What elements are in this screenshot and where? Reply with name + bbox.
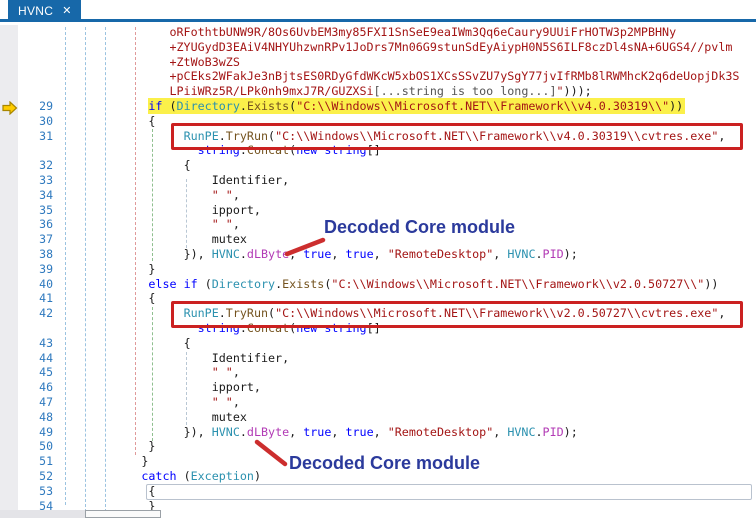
code-line-40[interactable]: 40 else if (Directory.Exists("C:\\Window… <box>0 277 756 292</box>
annotation-box-net2 <box>171 301 743 328</box>
code-text: else if (Directory.Exists("C:\\Windows\\… <box>148 276 719 291</box>
code-text: }), HVNC.dLByte, true, true, "RemoteDesk… <box>183 246 578 261</box>
code-line-49[interactable]: 49 }), HVNC.dLByte, true, true, "RemoteD… <box>0 425 756 440</box>
code-text: LPiiWRz5R/LPk0nh9mxJ7R/GUZXSi[...string … <box>169 84 592 99</box>
code-line-wrap[interactable]: +ZtWoB3wZS <box>0 55 756 70</box>
line-number: 53 <box>39 483 53 498</box>
code-text: +ZtWoB3wZS <box>169 54 240 69</box>
code-text: { <box>148 113 156 128</box>
code-text: " ", <box>211 217 240 232</box>
tab-hvnc[interactable]: HVNC ✕ <box>8 0 82 22</box>
code-line-35[interactable]: 35 ipport, <box>0 203 756 218</box>
line-number: 34 <box>39 187 53 202</box>
horizontal-scrollbar[interactable] <box>0 510 756 518</box>
line-number: 46 <box>39 380 53 395</box>
code-line-wrap[interactable]: +pCEks2WFakJe3nBjtsES0RDyGfdWKcW5xbOS1XC… <box>0 69 756 84</box>
code-text: { <box>183 158 191 173</box>
line-number: 38 <box>39 246 53 261</box>
line-number: 41 <box>39 291 53 306</box>
code-text: oRFothtbUNW9R/8Os6UvbEM3my85FXI1SnSeE9ea… <box>169 25 677 39</box>
current-statement-highlight: if (Directory.Exists("C:\\Windows\\Micro… <box>148 97 686 114</box>
code-lines: oRFothtbUNW9R/8Os6UvbEM3my85FXI1SnSeE9ea… <box>0 25 756 518</box>
code-text: { <box>148 291 156 306</box>
tab-title: HVNC <box>18 4 54 18</box>
line-number: 47 <box>39 394 53 409</box>
line-number: 35 <box>39 202 53 217</box>
line-number: 49 <box>39 424 53 439</box>
code-line-44[interactable]: 44 Identifier, <box>0 351 756 366</box>
code-text: } <box>148 439 156 454</box>
line-number: 40 <box>39 276 53 291</box>
line-number: 39 <box>39 261 53 276</box>
code-text: mutex <box>211 232 247 247</box>
line-number: 44 <box>39 350 53 365</box>
code-text: }), HVNC.dLByte, true, true, "RemoteDesk… <box>183 424 578 439</box>
code-text: " ", <box>211 187 240 202</box>
code-text: +ZYUGydD3EAiV4NHYUhzwnRPv1JoDrs7Mn06G9st… <box>169 39 733 54</box>
decompiler-window: HVNC ✕ oRFothtbUNW9R/8Os6UvbEM3my85FXI1S… <box>0 0 756 518</box>
code-line-45[interactable]: 45 " ", <box>0 365 756 380</box>
line-number: 42 <box>39 306 53 321</box>
code-line-wrap[interactable]: oRFothtbUNW9R/8Os6UvbEM3my85FXI1SnSeE9ea… <box>0 25 756 40</box>
tab-close-icon[interactable]: ✕ <box>62 5 71 17</box>
execution-pointer-icon <box>2 101 18 115</box>
line-number: 52 <box>39 468 53 483</box>
line-number: 50 <box>39 439 53 454</box>
line-number: 51 <box>39 454 53 469</box>
code-text: } <box>148 261 156 276</box>
line-number: 45 <box>39 365 53 380</box>
caret-line-outline <box>146 484 752 500</box>
line-number: 31 <box>39 128 53 143</box>
code-line-43[interactable]: 43 { <box>0 336 756 351</box>
code-line-wrap[interactable]: +ZYUGydD3EAiV4NHYUhzwnRPv1JoDrs7Mn06G9st… <box>0 40 756 55</box>
line-number: 37 <box>39 232 53 247</box>
line-number: 36 <box>39 217 53 232</box>
code-text: Identifier, <box>211 172 290 187</box>
code-text: catch (Exception) <box>141 468 261 483</box>
code-text: if (Directory.Exists("C:\\Windows\\Micro… <box>58 97 686 114</box>
code-editor[interactable]: oRFothtbUNW9R/8Os6UvbEM3my85FXI1SnSeE9ea… <box>0 25 756 518</box>
code-text: ipport, <box>211 380 261 395</box>
code-text: { <box>183 335 191 350</box>
line-number: 43 <box>39 335 53 350</box>
code-text: mutex <box>211 409 247 424</box>
code-text: +pCEks2WFakJe3nBjtsES0RDyGfdWKcW5xbOS1XC… <box>169 69 740 84</box>
line-number: 48 <box>39 409 53 424</box>
code-line-33[interactable]: 33 Identifier, <box>0 173 756 188</box>
code-text: Identifier, <box>211 350 290 365</box>
scrollbar-corner <box>0 510 85 518</box>
tab-bar: HVNC ✕ <box>0 0 756 22</box>
code-line-48[interactable]: 48 mutex <box>0 410 756 425</box>
code-line-wrap[interactable]: LPiiWRz5R/LPk0nh9mxJ7R/GUZXSi[...string … <box>0 84 756 99</box>
code-text: ipport, <box>211 202 261 217</box>
code-line-50[interactable]: 50 } <box>0 439 756 454</box>
scrollbar-thumb[interactable] <box>85 510 161 518</box>
code-line-46[interactable]: 46 ipport, <box>0 380 756 395</box>
code-line-39[interactable]: 39 } <box>0 262 756 277</box>
code-line-34[interactable]: 34 " ", <box>0 188 756 203</box>
code-text: " ", <box>211 394 240 409</box>
callout-label-1: Decoded Core module <box>324 217 516 237</box>
line-number: 33 <box>39 172 53 187</box>
line-number: 30 <box>39 113 53 128</box>
code-line-38[interactable]: 38 }), HVNC.dLByte, true, true, "RemoteD… <box>0 247 756 262</box>
callout-label-2: Decoded Core module <box>289 453 481 473</box>
code-text: { <box>148 483 156 498</box>
code-text: } <box>141 454 149 469</box>
code-line-29[interactable]: 29 if (Directory.Exists("C:\\Windows\\Mi… <box>0 97 756 114</box>
annotation-box-net4 <box>171 123 743 150</box>
code-text: " ", <box>211 365 240 380</box>
line-number: 32 <box>39 158 53 173</box>
code-line-32[interactable]: 32 { <box>0 158 756 173</box>
code-line-47[interactable]: 47 " ", <box>0 395 756 410</box>
